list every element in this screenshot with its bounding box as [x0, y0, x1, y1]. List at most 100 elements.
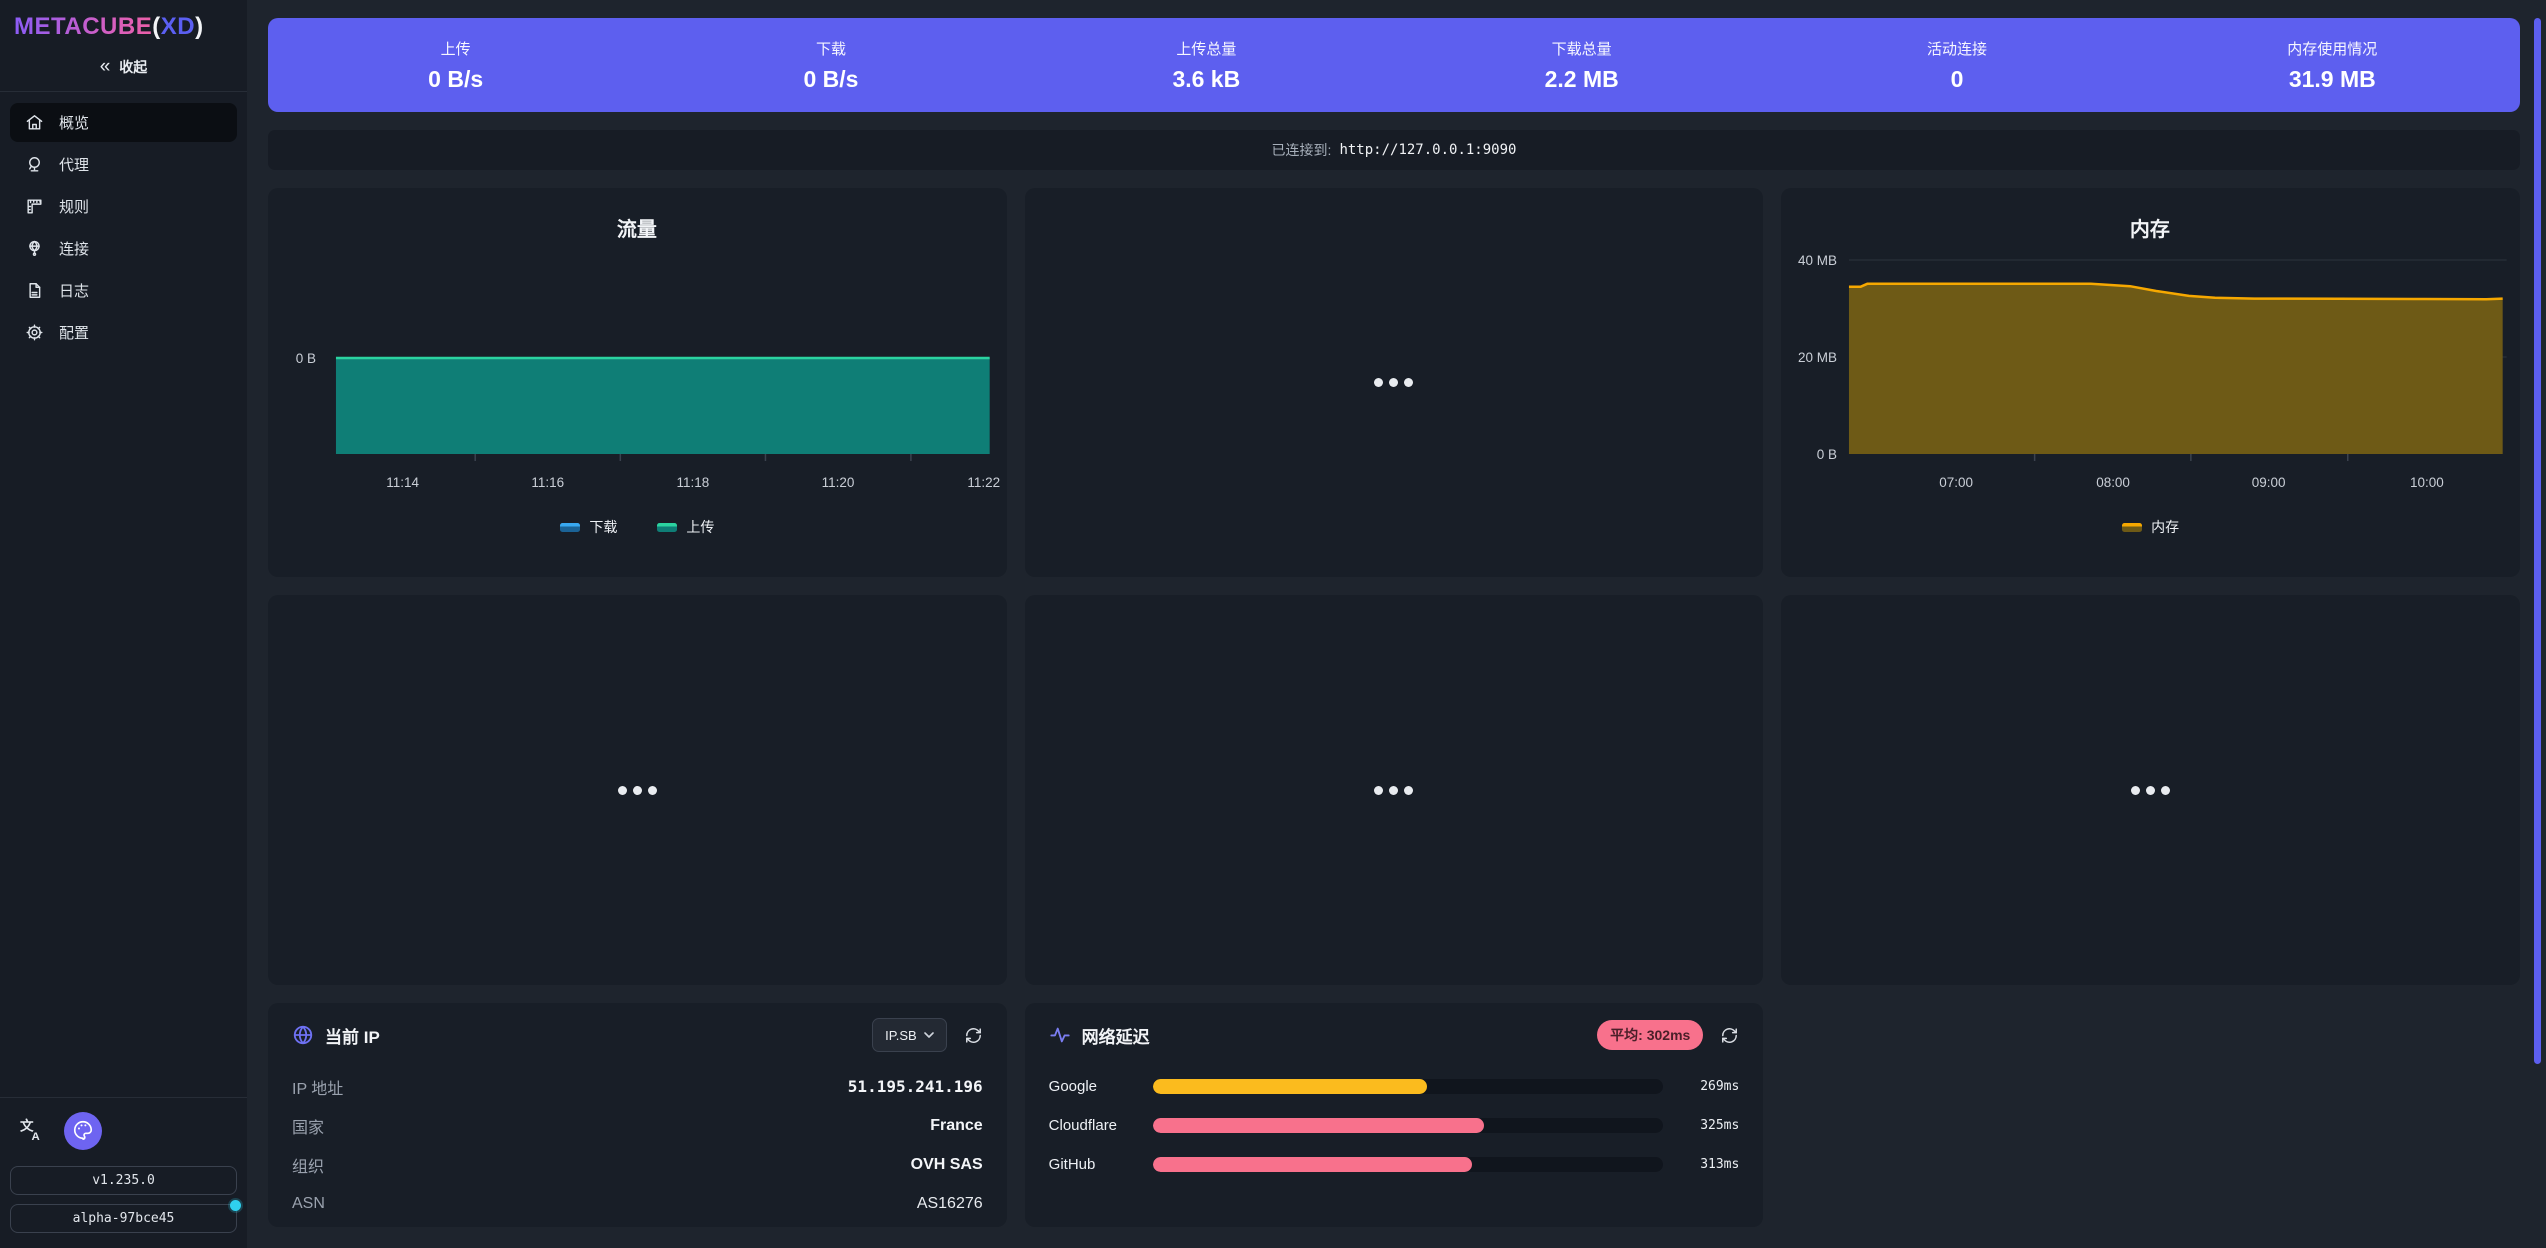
logo-brand-text: METACUBE — [14, 13, 152, 40]
organization-value: OVH SAS — [911, 1156, 983, 1174]
app-root: METACUBE(XD) « 收起 概览 代理 — [0, 0, 2546, 1248]
version-label: v1.235.0 — [92, 1173, 155, 1188]
ip-refresh-button[interactable] — [964, 1026, 983, 1045]
site-label: GitHub — [1049, 1156, 1153, 1173]
chevrons-left-icon: « — [100, 59, 111, 74]
sidebar-item-overview[interactable]: 概览 — [10, 103, 237, 142]
row-label: IP 地址 — [292, 1075, 343, 1099]
globe-stand-icon — [25, 155, 44, 174]
stat-value: 0 B/s — [804, 66, 859, 93]
file-text-icon — [25, 281, 44, 300]
sidebar: METACUBE(XD) « 收起 概览 代理 — [0, 0, 247, 1248]
collapse-sidebar-button[interactable]: « 收起 — [0, 51, 247, 91]
update-indicator-dot — [230, 1200, 241, 1211]
sidebar-item-connections[interactable]: 连接 — [10, 229, 237, 268]
legend-item-upload[interactable]: 上传 — [657, 517, 714, 537]
current-ip-card: 当前 IP IP.SB — [268, 1003, 1007, 1227]
gear-icon — [25, 323, 44, 342]
theme-button[interactable] — [64, 1112, 102, 1150]
country-row: 国家 France — [292, 1106, 983, 1145]
stat-upload-total: 上传总量 3.6 kB — [1019, 18, 1394, 112]
country-value: France — [930, 1117, 982, 1135]
app-logo: METACUBE(XD) — [0, 0, 247, 41]
network-latency-title: 网络延迟 — [1082, 1023, 1150, 1048]
latency-bar-fill — [1153, 1157, 1472, 1172]
stat-label: 下载 — [816, 38, 846, 59]
loading-dots — [1374, 378, 1413, 387]
stat-memory-usage: 内存使用情况 31.9 MB — [2145, 18, 2520, 112]
legend-label: 上传 — [686, 517, 714, 537]
upload-legend-swatch — [657, 523, 677, 532]
download-legend-swatch — [560, 523, 580, 532]
latency-bar-fill — [1153, 1079, 1427, 1094]
site-label: Cloudflare — [1049, 1117, 1153, 1134]
latency-value: 269ms — [1663, 1079, 1740, 1094]
current-ip-title: 当前 IP — [325, 1023, 380, 1048]
stat-active-connections: 活动连接 0 — [1769, 18, 2144, 112]
svg-text:11:22: 11:22 — [967, 475, 1000, 490]
ip-source-label: IP.SB — [885, 1028, 917, 1043]
traffic-chart-card: 流量 0 B 11:1411:1611:1811:2011:22 下载 上传 — [268, 188, 1007, 577]
latency-bar-fill — [1153, 1118, 1485, 1133]
latency-refresh-button[interactable] — [1720, 1026, 1739, 1045]
palette-icon — [72, 1119, 94, 1144]
stat-value: 2.2 MB — [1545, 66, 1619, 93]
stat-upload: 上传 0 B/s — [268, 18, 643, 112]
build-button[interactable]: alpha-97bce45 — [10, 1204, 237, 1233]
legend-label: 下载 — [589, 517, 617, 537]
loading-dots — [1374, 786, 1413, 795]
pulse-icon — [1049, 1024, 1071, 1046]
stat-value: 0 B/s — [428, 66, 483, 93]
logo-variant-text: XD — [161, 13, 195, 40]
refresh-icon — [1720, 1026, 1739, 1045]
legend-item-memory[interactable]: 内存 — [2122, 517, 2179, 537]
memory-chart-card: 内存 40 MB20 MB0 B07:0008:0009:0010:00 内存 — [1781, 188, 2520, 577]
page-scrollbar-thumb[interactable] — [2534, 18, 2541, 1064]
empty-grid-cell — [1781, 1003, 2520, 1227]
sidebar-item-label: 代理 — [59, 154, 89, 175]
logo-paren-close: ) — [195, 13, 204, 40]
latency-row-google: Google 269ms — [1049, 1067, 1740, 1106]
svg-text:11:20: 11:20 — [822, 475, 855, 490]
language-button[interactable]: 文A — [19, 1117, 44, 1145]
dashboard-grid: 流量 0 B 11:1411:1611:1811:2011:22 下载 上传 — [268, 188, 2520, 1227]
stat-label: 下载总量 — [1552, 38, 1612, 59]
stats-header: 上传 0 B/s 下载 0 B/s 上传总量 3.6 kB 下载总量 2.2 M… — [268, 18, 2520, 112]
loading-card — [268, 595, 1007, 985]
svg-text:08:00: 08:00 — [2097, 475, 2131, 490]
main-content: 上传 0 B/s 下载 0 B/s 上传总量 3.6 kB 下载总量 2.2 M… — [247, 0, 2546, 1248]
legend-item-download[interactable]: 下载 — [560, 517, 617, 537]
svg-text:20 MB: 20 MB — [1798, 350, 1837, 365]
latency-bar-track — [1153, 1118, 1663, 1133]
row-label: 组织 — [292, 1153, 324, 1177]
loading-card — [1025, 595, 1764, 985]
translate-icon: 文A — [19, 1117, 44, 1145]
stat-label: 内存使用情况 — [2287, 38, 2377, 59]
backend-url: http://127.0.0.1:9090 — [1339, 142, 1516, 158]
stat-value: 0 — [1951, 66, 1964, 93]
organization-row: 组织 OVH SAS — [292, 1145, 983, 1184]
traffic-legend: 下载 上传 — [268, 517, 1007, 537]
ip-address-row: IP 地址 51.195.241.196 — [292, 1067, 983, 1106]
svg-text:09:00: 09:00 — [2252, 475, 2286, 490]
latency-row-cloudflare: Cloudflare 325ms — [1049, 1106, 1740, 1145]
sidebar-item-config[interactable]: 配置 — [10, 313, 237, 352]
sidebar-item-rules[interactable]: 规则 — [10, 187, 237, 226]
ip-source-select[interactable]: IP.SB — [872, 1018, 947, 1052]
svg-text:40 MB: 40 MB — [1798, 253, 1837, 268]
loading-dots — [2131, 786, 2170, 795]
stat-download: 下载 0 B/s — [643, 18, 1018, 112]
ruler-icon — [25, 197, 44, 216]
latency-bar-track — [1153, 1157, 1663, 1172]
asn-value: AS16276 — [917, 1195, 983, 1213]
loading-card — [1025, 188, 1764, 577]
sidebar-item-proxies[interactable]: 代理 — [10, 145, 237, 184]
logo-paren-open: ( — [152, 13, 161, 40]
version-button[interactable]: v1.235.0 — [10, 1166, 237, 1195]
chevron-down-icon — [924, 1032, 934, 1039]
latency-rows: Google 269ms Cloudflare 325ms GitHub 313… — [1049, 1067, 1740, 1184]
connection-status-label: 已连接到: — [1272, 140, 1332, 160]
sidebar-item-logs[interactable]: 日志 — [10, 271, 237, 310]
globe-network-icon — [25, 239, 44, 258]
stat-label: 上传 — [441, 38, 471, 59]
